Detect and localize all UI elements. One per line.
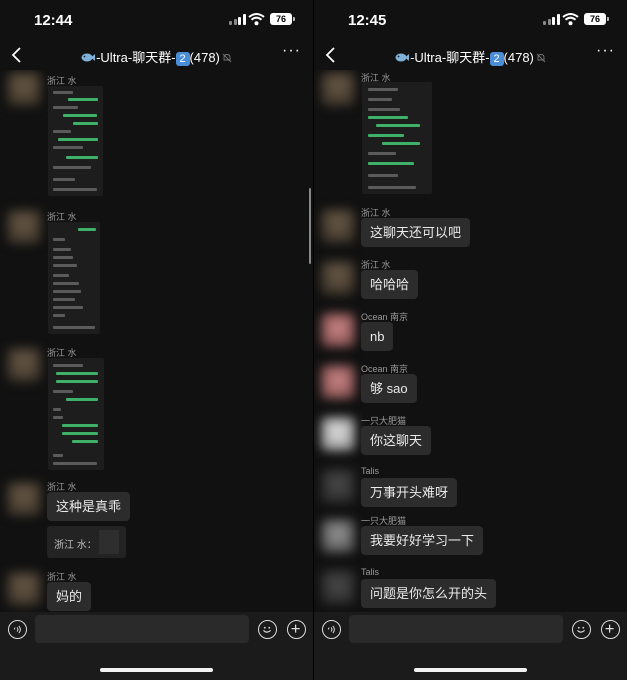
smile-icon[interactable]: [572, 620, 591, 639]
chat-title-text: -Ultra-聊天群-: [410, 50, 490, 65]
fish-emoji-icon: [395, 53, 410, 62]
sender-name: Talis: [361, 466, 380, 476]
message-input[interactable]: [349, 615, 563, 643]
wifi-icon: [248, 13, 265, 26]
chat-title: -Ultra-聊天群- 2 (478): [314, 47, 627, 66]
message-bubble[interactable]: nb: [361, 322, 394, 351]
signal-icon: [229, 14, 246, 25]
message-bubble[interactable]: 这聊天还可以吧: [361, 218, 471, 247]
image-message-thumbnail[interactable]: [48, 86, 103, 196]
message-list: 浙江 水 浙江 水 浙江 水 浙江 水 这种是真乖 浙江 水： 浙江 水 妈的: [0, 70, 313, 614]
chat-title-badge: 2: [489, 52, 504, 66]
image-message-thumbnail[interactable]: [48, 222, 100, 334]
chat-title: -Ultra-聊天群- 2 (478): [0, 47, 313, 66]
home-indicator[interactable]: [100, 668, 213, 672]
avatar[interactable]: [321, 570, 355, 604]
avatar[interactable]: [7, 72, 41, 106]
signal-icon: [543, 14, 560, 25]
image-message-thumbnail[interactable]: [362, 82, 432, 194]
avatar[interactable]: [321, 519, 355, 553]
nav-bar: -Ultra-聊天群- 2 (478) ···: [314, 40, 627, 70]
quoted-image-thumbnail: [99, 530, 119, 554]
status-time: 12:44: [34, 12, 73, 29]
fish-emoji-icon: [81, 53, 96, 62]
battery-icon: 76: [270, 13, 295, 25]
bell-off-icon: [536, 53, 546, 63]
home-indicator[interactable]: [414, 668, 527, 672]
avatar[interactable]: [321, 313, 355, 347]
avatar[interactable]: [321, 469, 355, 503]
avatar[interactable]: [7, 572, 41, 606]
status-time: 12:45: [348, 12, 387, 29]
message-bubble[interactable]: 我要好好学习一下: [361, 526, 484, 555]
smile-icon[interactable]: [258, 620, 277, 639]
message-bubble[interactable]: 你这聊天: [361, 426, 432, 455]
nav-bar: -Ultra-聊天群- 2 (478) ···: [0, 40, 313, 70]
message-list: 浙江 水 浙江 水 这聊天还可以吧 浙江 水 哈哈哈 Ocean 南京 nb O…: [314, 70, 627, 614]
chat-title-badge: 2: [175, 52, 190, 66]
wifi-icon: [562, 13, 579, 26]
ellipsis-icon[interactable]: ···: [596, 43, 614, 62]
message-bubble[interactable]: 够 sao: [361, 374, 417, 403]
avatar[interactable]: [321, 261, 355, 295]
chat-title-text: -Ultra-聊天群-: [96, 50, 176, 65]
ellipsis-icon[interactable]: ···: [282, 43, 300, 62]
message-bubble[interactable]: 万事开头难呀: [361, 478, 458, 507]
voice-icon[interactable]: [8, 620, 27, 639]
message-bubble[interactable]: 妈的: [47, 582, 92, 611]
screen-left: 12:44 76 -Ultra-聊天群- 2 (478) ··· 浙江 水 浙江…: [0, 0, 313, 680]
chat-member-count: (478): [189, 50, 220, 65]
avatar[interactable]: [7, 210, 41, 244]
scroll-indicator[interactable]: [309, 188, 311, 264]
avatar[interactable]: [321, 209, 355, 243]
screen-right: 12:45 76 -Ultra-聊天群- 2 (478) ··· 浙江 水 浙江…: [314, 0, 627, 680]
bell-off-icon: [222, 53, 232, 63]
avatar[interactable]: [321, 365, 355, 399]
avatar[interactable]: [7, 482, 41, 516]
quoted-reply[interactable]: 浙江 水：: [47, 526, 126, 558]
status-bar: 12:45 76: [314, 0, 627, 40]
chat-member-count: (478): [503, 50, 534, 65]
message-bubble[interactable]: 问题是你怎么开的头: [361, 579, 497, 608]
status-bar: 12:44 76: [0, 0, 313, 40]
input-bar: [0, 612, 313, 646]
bottom-safe-area: [0, 646, 313, 680]
battery-icon: 76: [584, 13, 609, 25]
screens: 12:44 76 -Ultra-聊天群- 2 (478) ··· 浙江 水 浙江…: [0, 0, 627, 680]
message-bubble[interactable]: 这种是真乖: [47, 492, 131, 521]
message-bubble[interactable]: 哈哈哈: [361, 270, 419, 299]
avatar[interactable]: [321, 417, 355, 451]
bottom-safe-area: [314, 646, 627, 680]
input-bar: [314, 612, 627, 646]
message-input[interactable]: [35, 615, 249, 643]
plus-icon[interactable]: [287, 620, 306, 639]
avatar[interactable]: [7, 348, 41, 382]
image-message-thumbnail[interactable]: [48, 358, 104, 470]
quoted-sender: 浙江 水：: [54, 540, 97, 551]
avatar[interactable]: [321, 72, 355, 106]
voice-icon[interactable]: [322, 620, 341, 639]
sender-name: Talis: [361, 567, 380, 577]
plus-icon[interactable]: [601, 620, 620, 639]
